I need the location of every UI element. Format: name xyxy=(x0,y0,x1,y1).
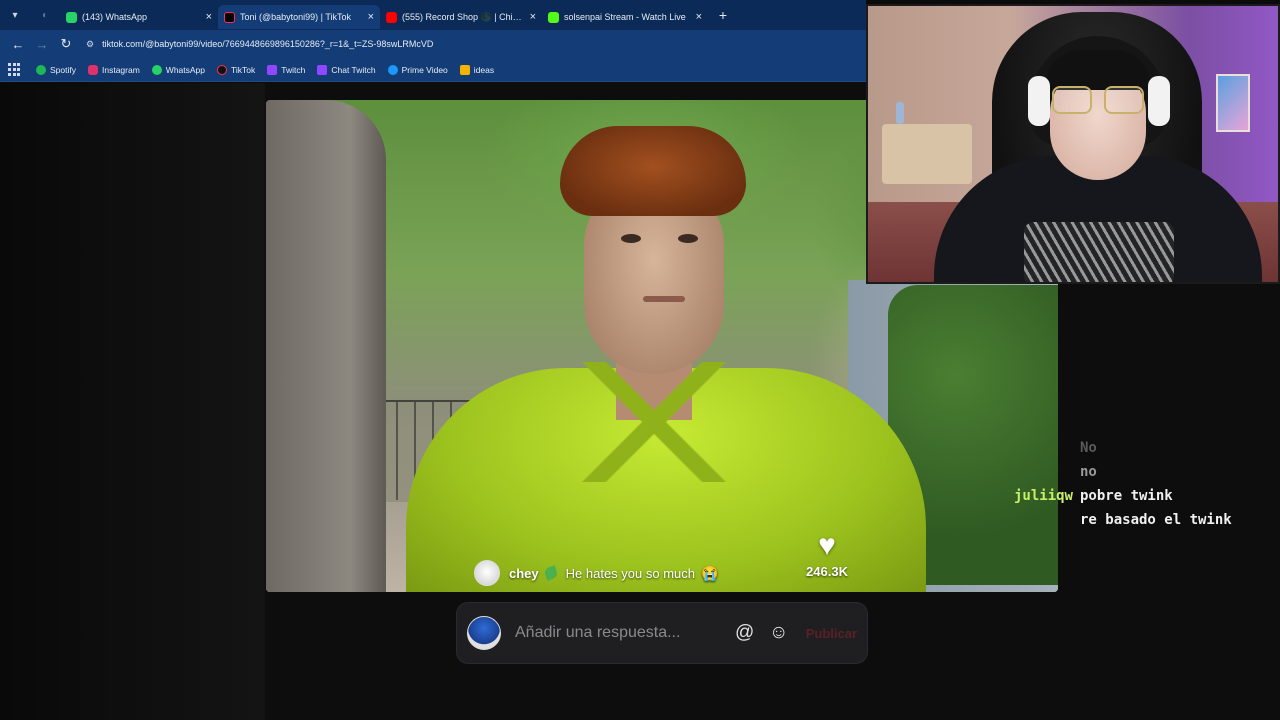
bookmark-twitch[interactable]: Twitch xyxy=(267,64,306,75)
whatsapp-icon xyxy=(151,64,162,75)
chat-username xyxy=(950,440,1080,457)
tab-close-icon[interactable]: × xyxy=(368,11,374,23)
chat-username xyxy=(950,464,1080,481)
bookmark-label: ideas xyxy=(473,64,495,75)
url-bar[interactable]: ⚙ tiktok.com/@babytoni99/video/766944866… xyxy=(86,33,866,55)
streamer-webcam xyxy=(866,4,1280,284)
new-tab-plus-icon[interactable]: + xyxy=(712,4,734,26)
video-person-mouth xyxy=(643,296,685,302)
twitch-icon xyxy=(317,64,328,75)
spotify-icon xyxy=(36,64,46,75)
bookmark-label: TikTok xyxy=(231,64,256,75)
publish-button[interactable]: Publicar xyxy=(806,626,857,641)
video-person-eye xyxy=(621,234,641,243)
stream-chat: No no juliiqw pobre twink re basado el t… xyxy=(950,440,1270,536)
comment-username: chey xyxy=(509,565,539,581)
video-person-eye xyxy=(678,234,698,243)
ideas-icon xyxy=(459,64,470,75)
chat-message: juliiqw pobre twink xyxy=(950,488,1270,505)
webcam-hoodie-print xyxy=(1024,222,1174,282)
bookmark-whatsapp[interactable]: WhatsApp xyxy=(151,64,206,75)
video-person-collar xyxy=(582,362,726,482)
chat-text: pobre twink xyxy=(1080,488,1173,504)
tab-whatsapp[interactable]: (143) WhatsApp × xyxy=(60,5,218,29)
tab-close-icon[interactable]: × xyxy=(530,11,536,23)
video-person-hair xyxy=(560,126,746,216)
tab-close-icon[interactable]: × xyxy=(206,11,212,23)
kick-favicon-icon xyxy=(548,11,559,23)
bookmark-label: Twitch xyxy=(281,64,306,75)
whatsapp-favicon-icon xyxy=(66,11,77,23)
bookmark-label: Instagram xyxy=(102,64,140,75)
address-toolbar: ← → ↻ ⚙ tiktok.com/@babytoni99/video/766… xyxy=(0,30,866,58)
webcam-wall-art xyxy=(1216,74,1250,132)
youtube-favicon-icon xyxy=(386,11,397,23)
bookmark-spotify[interactable]: Spotify xyxy=(36,64,76,75)
emoji-smiley-icon[interactable]: ☺ xyxy=(766,622,792,644)
bookmark-chat-twitch[interactable]: Chat Twitch xyxy=(317,64,376,75)
chat-message: no xyxy=(950,464,1270,481)
headphone-icon xyxy=(1148,76,1170,126)
site-info-icon[interactable]: ⚙ xyxy=(86,39,94,50)
headphone-icon xyxy=(1028,76,1050,126)
tab-kick[interactable]: solsenpai Stream - Watch Live × xyxy=(542,5,708,29)
pinned-tab-icon[interactable]: ◐ xyxy=(30,0,60,30)
tab-title: (555) Record Shop 🌑 | Chill ar xyxy=(402,11,524,22)
dimmed-sidebar xyxy=(0,83,265,720)
chat-message: No xyxy=(950,440,1270,457)
webcam-table xyxy=(882,124,972,184)
bookmark-instagram[interactable]: Instagram xyxy=(88,64,140,75)
apps-grid-icon[interactable] xyxy=(8,62,22,77)
bookmark-label: Chat Twitch xyxy=(331,64,376,75)
tab-title: (143) WhatsApp xyxy=(82,12,148,22)
bookmark-tiktok[interactable]: TikTok xyxy=(217,64,256,75)
bookmark-ideas[interactable]: ideas xyxy=(459,64,495,75)
chat-text: re basado el twink xyxy=(1080,512,1232,528)
forward-arrow-icon[interactable]: → xyxy=(30,32,54,56)
webcam-glasses xyxy=(1052,86,1144,116)
tab-close-icon[interactable]: × xyxy=(696,11,702,23)
leaf-emoji-icon xyxy=(542,565,559,581)
chat-text: no xyxy=(1080,464,1097,480)
tab-title: solsenpai Stream - Watch Live xyxy=(564,12,686,22)
chat-username xyxy=(950,512,1080,529)
chat-text: No xyxy=(1080,440,1097,456)
back-arrow-icon[interactable]: ← xyxy=(6,32,30,56)
tab-youtube[interactable]: (555) Record Shop 🌑 | Chill ar × xyxy=(380,5,542,29)
bookmark-label: Prime Video xyxy=(401,64,448,75)
reply-box: @ ☺ Publicar xyxy=(456,602,868,664)
like-count: 246.3K xyxy=(806,564,848,579)
reload-icon[interactable]: ↻ xyxy=(54,32,78,56)
comment-text: He hates you so much xyxy=(565,565,695,581)
chat-username: juliiqw xyxy=(1013,488,1073,504)
bookmark-label: WhatsApp xyxy=(165,64,206,75)
like-control[interactable]: ♥ 246.3K xyxy=(792,530,862,580)
url-text: tiktok.com/@babytoni99/video/76694486698… xyxy=(102,39,434,49)
instagram-icon xyxy=(88,64,98,75)
twitch-icon xyxy=(267,64,278,75)
reply-input[interactable] xyxy=(515,624,724,642)
commenter-avatar xyxy=(474,560,500,586)
screen: ▾ ◐ (143) WhatsApp × Toni (@babytoni99) … xyxy=(0,0,1280,720)
tab-tiktok[interactable]: Toni (@babytoni99) | TikTok × xyxy=(218,5,380,29)
mention-at-icon[interactable]: @ xyxy=(732,622,758,644)
tiktok-favicon-icon xyxy=(224,11,235,23)
chat-message: re basado el twink xyxy=(950,512,1270,529)
prime-video-icon xyxy=(387,64,398,75)
user-avatar xyxy=(467,616,501,650)
tab-title: Toni (@babytoni99) | TikTok xyxy=(240,12,352,22)
tab-search-chevron-icon[interactable]: ▾ xyxy=(0,0,30,30)
video-stone-arch xyxy=(266,100,386,592)
bookmark-label: Spotify xyxy=(50,64,76,75)
pinned-comment[interactable]: chey He hates you so much 😭 xyxy=(474,560,718,586)
webcam-bangs xyxy=(1046,50,1150,90)
webcam-bottle xyxy=(896,102,904,124)
heart-icon[interactable]: ♥ xyxy=(792,530,862,562)
browser-tab-bar: ▾ ◐ (143) WhatsApp × Toni (@babytoni99) … xyxy=(0,0,866,30)
tiktok-icon xyxy=(217,64,228,75)
bookmarks-bar: Spotify Instagram WhatsApp TikTok Twitch… xyxy=(0,58,866,82)
bookmark-prime-video[interactable]: Prime Video xyxy=(387,64,448,75)
crying-emoji-icon: 😭 xyxy=(701,564,719,581)
